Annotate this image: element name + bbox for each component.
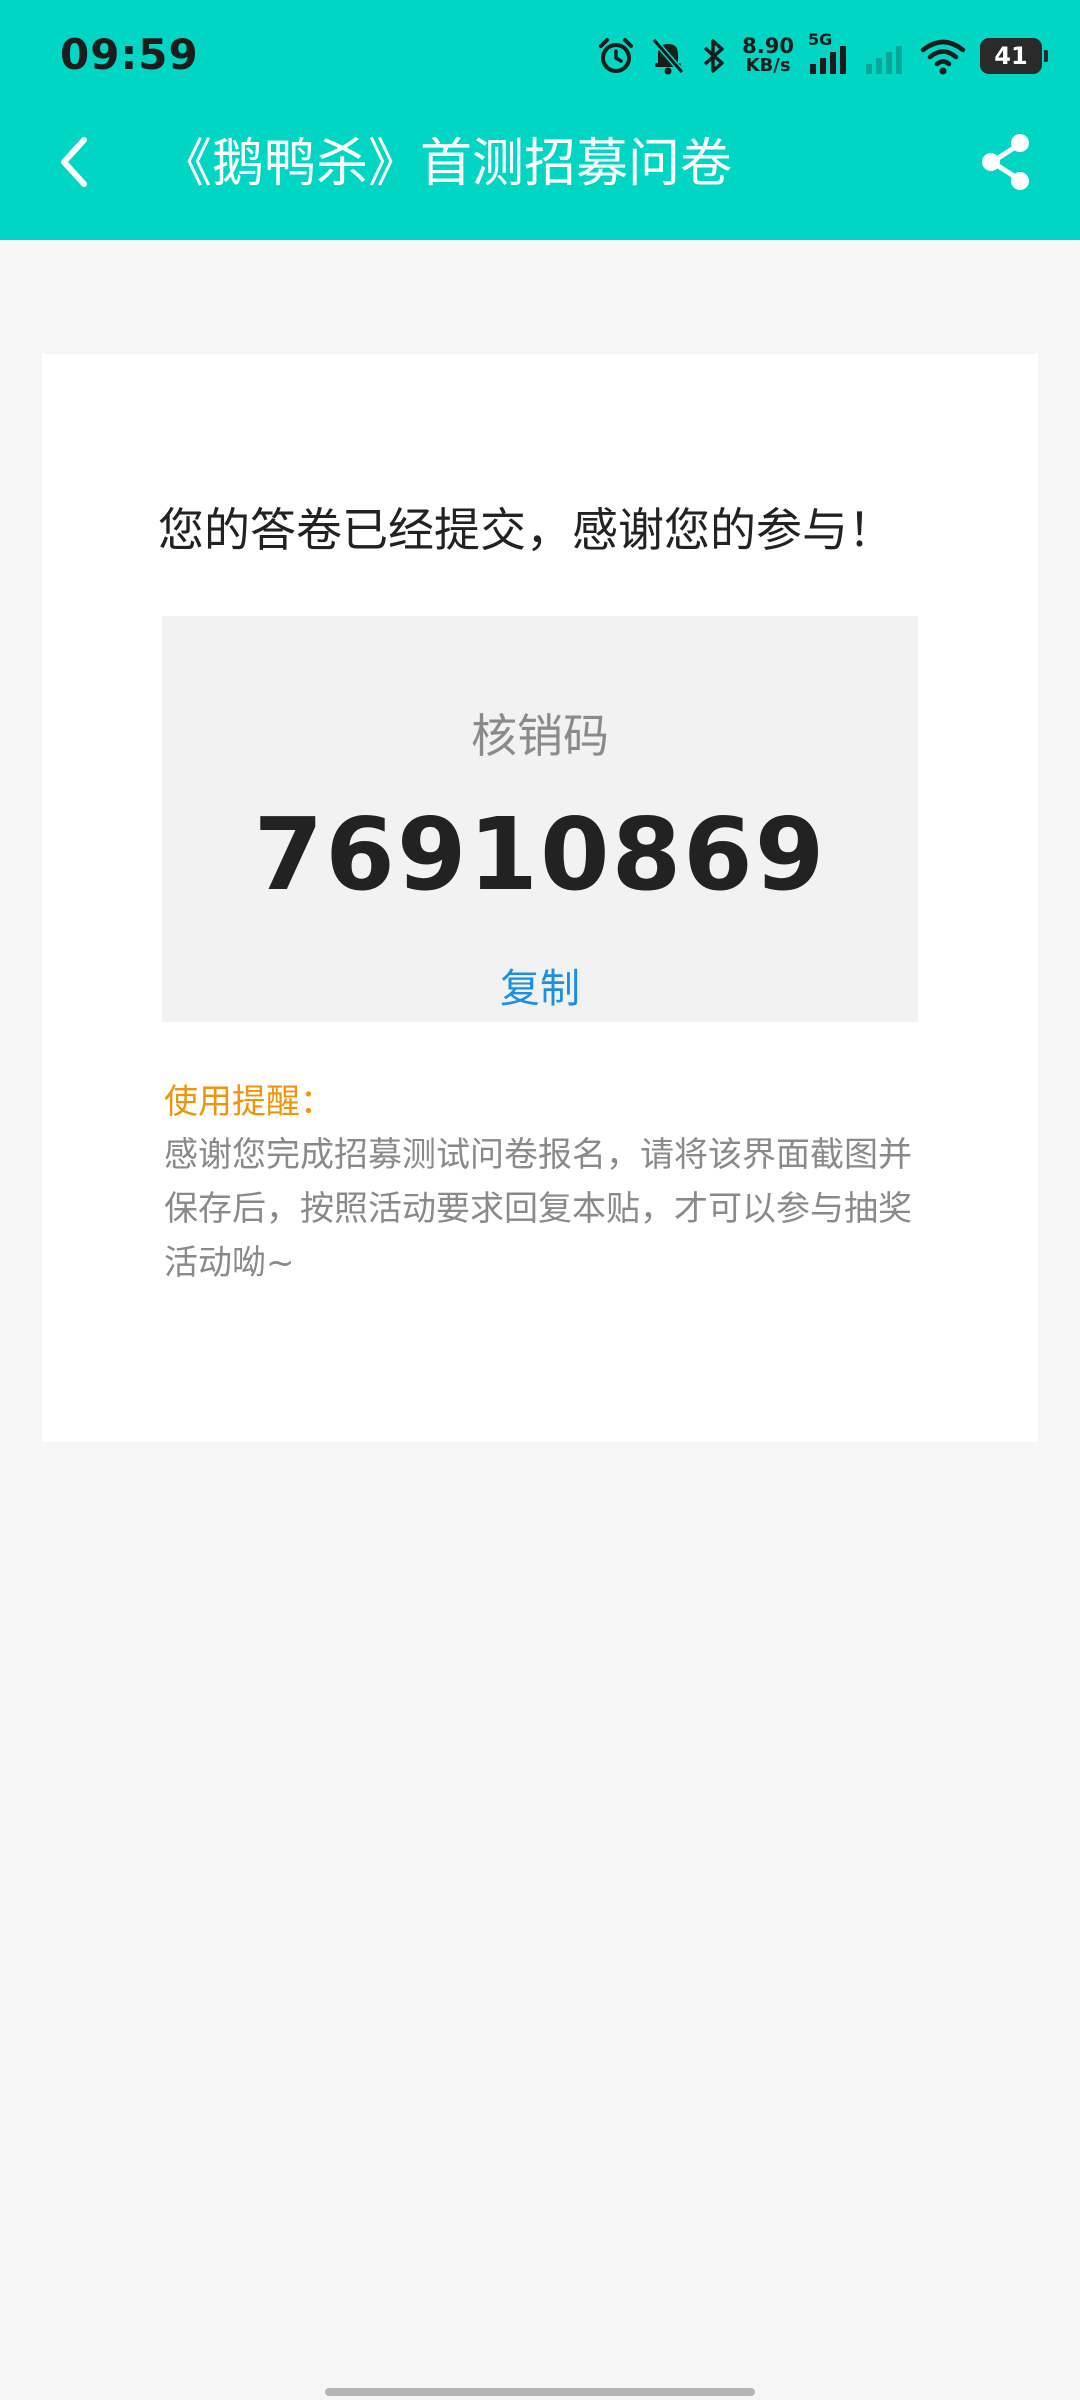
page-title: 《鹅鸭杀》首测招募问卷 — [160, 134, 733, 194]
chevron-left-icon — [54, 134, 94, 194]
share-icon — [978, 132, 1034, 196]
copy-button[interactable]: 复制 — [162, 956, 918, 1014]
redeem-code-label: 核销码 — [471, 709, 609, 763]
reminder-text: 感谢您完成招募测试问卷报名，请将该界面截图并保存后，按照活动要求回复本贴，才可以… — [164, 1135, 912, 1283]
signal-weak-icon — [864, 36, 906, 76]
result-card: 您的答卷已经提交，感谢您的参与！ 核销码 76910869 复制 使用提醒： 感… — [42, 354, 1038, 1442]
bluetooth-icon — [700, 36, 728, 76]
network-type: 5G — [808, 30, 833, 49]
back-button[interactable] — [44, 134, 104, 194]
home-indicator[interactable] — [325, 2388, 755, 2396]
net-speed: 8.90 KB/s — [742, 34, 794, 76]
status-icons: 8.90 KB/s 5G 41 — [596, 30, 1048, 82]
battery-level: 41 — [994, 42, 1028, 70]
submitted-message: 您的答卷已经提交，感谢您的参与！ — [158, 503, 894, 557]
status-time: 09:59 — [60, 30, 199, 79]
wifi-icon — [920, 36, 966, 76]
top-bar: 09:59 8.90 KB/s 5G 41 《鹅鸭杀》首测招募问卷 — [0, 0, 1080, 240]
status-bar: 09:59 8.90 KB/s 5G 41 — [0, 0, 1080, 110]
share-button[interactable] — [976, 134, 1036, 194]
mute-bell-icon — [650, 36, 686, 76]
signal-icon: 5G — [808, 30, 850, 76]
reminder-title: 使用提醒： — [164, 1082, 334, 1122]
alarm-icon — [596, 36, 636, 76]
redeem-code-box: 核销码 76910869 复制 — [162, 616, 918, 1022]
nav-bar: 《鹅鸭杀》首测招募问卷 — [0, 110, 1080, 240]
battery-icon: 41 — [980, 38, 1048, 74]
redeem-code-value: 76910869 — [253, 796, 827, 913]
